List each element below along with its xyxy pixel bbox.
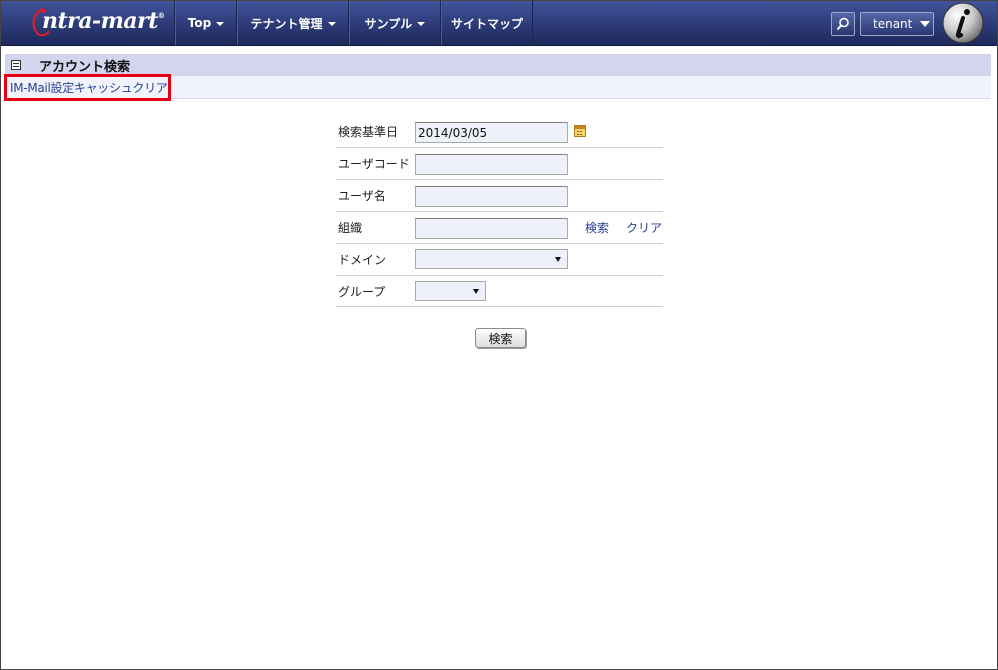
calendar-icon[interactable]	[574, 125, 586, 137]
window-icon	[11, 60, 21, 70]
chevron-down-icon	[417, 22, 426, 26]
organization-clear-link[interactable]: クリア	[626, 212, 662, 244]
im-mail-cache-clear-label: IM-Mail設定キャッシュクリア	[10, 81, 168, 95]
nav-sample-label: サンプル	[364, 16, 413, 31]
app-window: ntra-mart® Top テナント管理 サンプル サイトマップ tenant	[0, 0, 998, 670]
user-code-label: ユーザコード	[338, 157, 410, 171]
chevron-down-icon	[216, 22, 225, 26]
global-search-button[interactable]	[831, 12, 855, 36]
search-icon	[836, 17, 849, 31]
nav-top[interactable]: Top	[175, 1, 237, 45]
top-navbar: ntra-mart® Top テナント管理 サンプル サイトマップ tenant	[1, 1, 997, 46]
im-mail-cache-clear-link[interactable]: IM-Mail設定キャッシュクリア	[4, 74, 171, 101]
form-row-user-code: ユーザコード	[336, 148, 663, 180]
nav-tenant-admin[interactable]: テナント管理	[237, 1, 349, 45]
nav-top-label: Top	[187, 16, 212, 30]
dropdown-arrow-icon	[555, 257, 561, 262]
organization-input[interactable]	[415, 218, 568, 239]
account-search-form: 検索基準日 ユーザコード ユーザ名 組織 検索 クリア ドメイン グループ	[336, 116, 663, 307]
nav-sitemap-label: サイトマップ	[450, 16, 523, 31]
nav-tenant-admin-label: テナント管理	[250, 16, 323, 31]
page-title: アカウント検索	[39, 59, 131, 75]
intra-mart-i-icon[interactable]	[941, 2, 985, 44]
chevron-down-icon	[920, 21, 931, 27]
page-title-bar: アカウント検索	[5, 54, 991, 76]
logo-text: ntra-mart®	[42, 8, 165, 34]
intra-mart-logo[interactable]: ntra-mart®	[1, 1, 175, 45]
form-row-group: グループ	[336, 276, 663, 307]
search-submit-button[interactable]: 検索	[475, 328, 526, 348]
base-date-label: 検索基準日	[338, 125, 399, 139]
group-label: グループ	[338, 285, 386, 299]
nav-sample[interactable]: サンプル	[349, 1, 441, 45]
nav-sitemap[interactable]: サイトマップ	[441, 1, 533, 45]
user-name-label: ユーザ名	[338, 189, 386, 203]
user-name-input[interactable]	[415, 186, 568, 207]
group-select[interactable]	[415, 281, 486, 301]
organization-search-link[interactable]: 検索	[585, 212, 609, 244]
form-row-base-date: 検索基準日	[336, 116, 663, 148]
user-menu[interactable]: tenant	[860, 12, 934, 36]
organization-label: 組織	[338, 221, 363, 235]
form-row-domain: ドメイン	[336, 244, 663, 276]
form-row-organization: 組織 検索 クリア	[336, 212, 663, 244]
dropdown-arrow-icon	[473, 289, 479, 294]
user-code-input[interactable]	[415, 154, 568, 175]
user-menu-label: tenant	[873, 17, 913, 31]
domain-select[interactable]	[415, 249, 568, 269]
chevron-down-icon	[327, 22, 336, 26]
base-date-input[interactable]	[415, 122, 568, 143]
domain-label: ドメイン	[338, 253, 387, 267]
form-row-user-name: ユーザ名	[336, 180, 663, 212]
